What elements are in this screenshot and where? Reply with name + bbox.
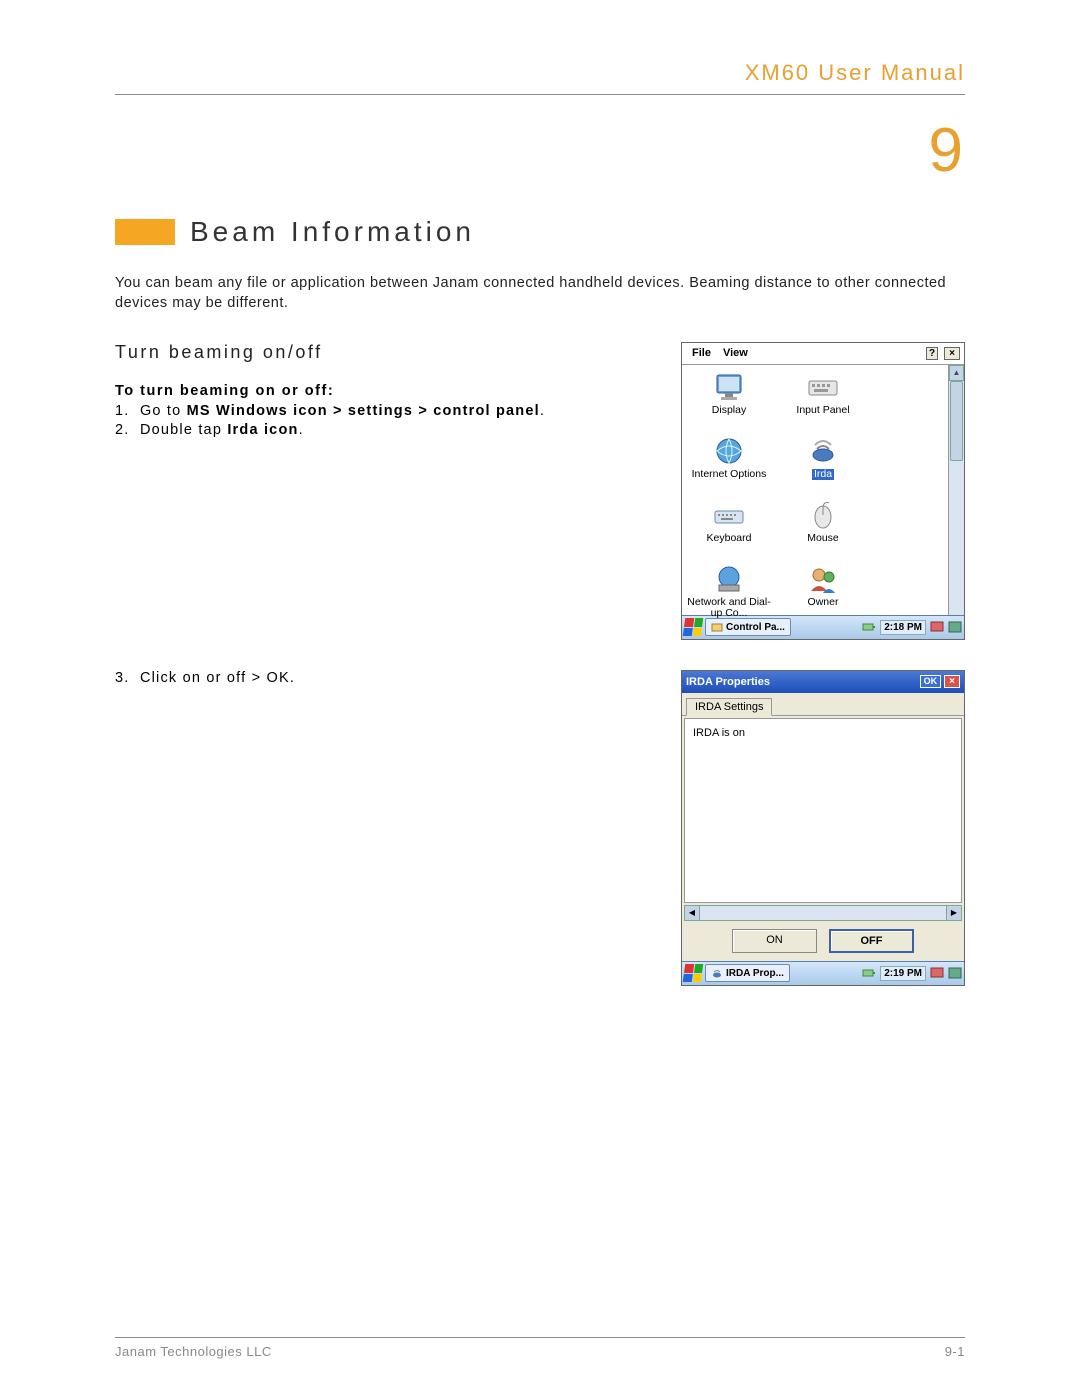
- cp-icon-network[interactable]: Network and Dial-up Co...: [684, 563, 774, 623]
- cp-label-irda: Irda: [812, 469, 834, 481]
- footer-rule: [115, 1337, 965, 1338]
- tab-irda-settings[interactable]: IRDA Settings: [686, 698, 772, 716]
- tray-desktop-icon[interactable]: [930, 620, 944, 634]
- cp-label-input-panel: Input Panel: [796, 405, 849, 417]
- horizontal-scrollbar[interactable]: ◀ ▶: [684, 905, 962, 921]
- scroll-left-arrow-icon[interactable]: ◀: [684, 905, 700, 921]
- footer-page-number: 9-1: [945, 1344, 965, 1359]
- off-button[interactable]: OFF: [829, 929, 914, 953]
- cp-label-display: Display: [712, 405, 746, 417]
- network-icon: [713, 563, 745, 595]
- tray-battery-icon[interactable]: [862, 966, 876, 980]
- input-panel-icon: [807, 371, 839, 403]
- step-1: 1. Go to MS Windows icon > settings > co…: [115, 403, 656, 419]
- vertical-scrollbar[interactable]: ▲: [948, 365, 964, 615]
- menubar: File View ? ×: [682, 343, 964, 365]
- hscroll-track[interactable]: [700, 905, 946, 921]
- screenshot-irda-properties: IRDA Properties OK × IRDA Settings IRDA …: [681, 670, 965, 986]
- taskbar-clock: 2:18 PM: [880, 620, 926, 635]
- tray-sip-icon[interactable]: [948, 966, 962, 980]
- header-rule: [115, 94, 965, 95]
- cp-label-network: Network and Dial-up Co...: [684, 597, 774, 620]
- scroll-right-arrow-icon[interactable]: ▶: [946, 905, 962, 921]
- cp-icon-mouse[interactable]: Mouse: [778, 499, 868, 559]
- titlebar-close-icon[interactable]: ×: [944, 675, 960, 688]
- page-footer: Janam Technologies LLC 9-1: [115, 1337, 965, 1359]
- mouse-icon: [807, 499, 839, 531]
- cp-label-internet-options: Internet Options: [692, 469, 767, 481]
- menu-view[interactable]: View: [717, 345, 754, 361]
- irda-body-panel: IRDA is on: [684, 718, 962, 903]
- irda-status-text: IRDA is on: [693, 727, 745, 739]
- cp-icon-internet-options[interactable]: Internet Options: [684, 435, 774, 495]
- close-icon[interactable]: ×: [944, 347, 960, 360]
- titlebar-ok-button[interactable]: OK: [920, 675, 942, 688]
- internet-options-icon: [713, 435, 745, 467]
- windows-start-icon[interactable]: [683, 618, 704, 636]
- cp-icon-input-panel[interactable]: Input Panel: [778, 371, 868, 431]
- cp-icon-irda[interactable]: Irda: [778, 435, 868, 495]
- menu-file[interactable]: File: [686, 345, 717, 361]
- cp-icon-display[interactable]: Display: [684, 371, 774, 431]
- keyboard-icon: [713, 499, 745, 531]
- subheading-turn-beaming: Turn beaming on/off: [115, 342, 656, 363]
- help-icon[interactable]: ?: [926, 347, 938, 360]
- tray-battery-icon[interactable]: [862, 620, 876, 634]
- taskbar: IRDA Prop... 2:19 PM: [682, 961, 964, 985]
- step-3: 3. Click on or off > OK.: [115, 670, 656, 686]
- cp-icon-owner[interactable]: Owner: [778, 563, 868, 623]
- tray-sip-icon[interactable]: [948, 620, 962, 634]
- cp-icon-keyboard[interactable]: Keyboard: [684, 499, 774, 559]
- window-title: IRDA Properties: [686, 676, 770, 688]
- owner-icon: [807, 563, 839, 595]
- screenshot-control-panel: File View ? × Display: [681, 342, 965, 640]
- window-titlebar: IRDA Properties OK ×: [682, 671, 964, 693]
- folder-icon: [711, 621, 723, 633]
- footer-company: Janam Technologies LLC: [115, 1344, 272, 1359]
- step-2: 2. Double tap Irda icon.: [115, 422, 656, 438]
- doc-header-title: XM60 User Manual: [115, 60, 965, 86]
- cp-label-mouse: Mouse: [807, 533, 839, 545]
- irda-small-icon: [711, 967, 723, 979]
- scroll-up-arrow-icon[interactable]: ▲: [949, 365, 964, 381]
- cp-label-owner: Owner: [808, 597, 839, 609]
- tab-row: IRDA Settings: [682, 693, 964, 716]
- display-icon: [713, 371, 745, 403]
- tray-desktop-icon[interactable]: [930, 966, 944, 980]
- cp-label-keyboard: Keyboard: [707, 533, 752, 545]
- taskbar-clock: 2:19 PM: [880, 966, 926, 981]
- intro-paragraph: You can beam any file or application bet…: [115, 273, 965, 314]
- irda-icon: [807, 435, 839, 467]
- section-accent-block: [115, 219, 175, 245]
- scrollbar-thumb[interactable]: [950, 381, 963, 461]
- steps-intro: To turn beaming on or off:: [115, 383, 656, 399]
- taskbar-button-irda[interactable]: IRDA Prop...: [705, 964, 790, 982]
- on-button[interactable]: ON: [732, 929, 817, 953]
- chapter-number: 9: [115, 115, 965, 186]
- taskbar-button-control-panel[interactable]: Control Pa...: [705, 618, 791, 636]
- windows-start-icon[interactable]: [683, 964, 704, 982]
- section-title: Beam Information: [190, 216, 475, 248]
